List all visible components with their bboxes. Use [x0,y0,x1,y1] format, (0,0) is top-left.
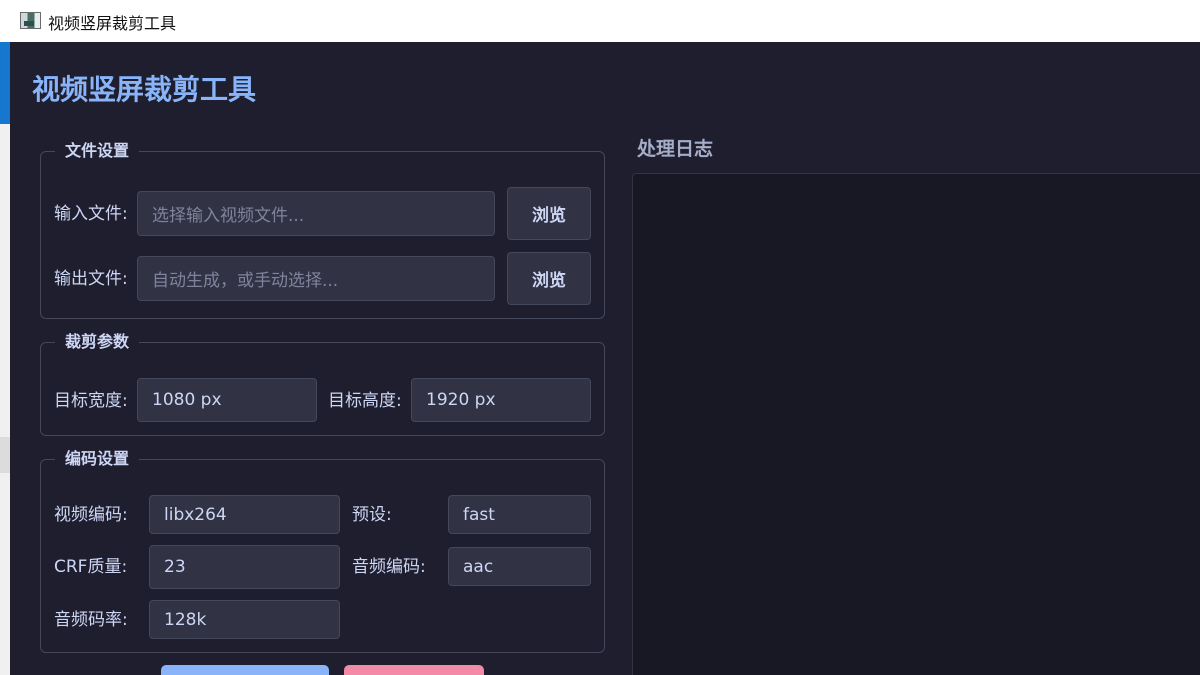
target-width-field[interactable]: 1080 px [137,378,317,422]
window-titlebar: 视频竖屏裁剪工具 [0,0,1200,42]
start-button[interactable] [161,665,329,675]
app-icon [20,12,41,29]
target-width-label: 目标宽度: [54,391,128,411]
crop-params-title: 裁剪参数 [55,332,140,352]
input-file-field[interactable]: 选择输入视频文件... [137,191,495,236]
audio-codec-field[interactable]: aac [448,547,591,586]
input-browse-button[interactable]: 浏览 [507,187,591,240]
video-codec-label: 视频编码: [54,505,128,525]
output-file-label: 输出文件: [54,269,128,289]
audio-bitrate-field[interactable]: 128k [149,600,340,639]
encode-settings-title: 编码设置 [55,449,140,469]
output-file-field[interactable]: 自动生成，或手动选择... [137,256,495,301]
preset-label: 预设: [352,505,392,525]
audio-bitrate-label: 音频码率: [54,610,128,630]
crf-label: CRF质量: [54,557,128,577]
video-codec-field[interactable]: libx264 [149,495,340,534]
window-title: 视频竖屏裁剪工具 [48,14,177,33]
stop-button[interactable] [344,665,484,675]
left-edge-marker [0,437,10,473]
log-title: 处理日志 [637,138,714,160]
page-title: 视频竖屏裁剪工具 [32,73,257,106]
left-edge-strip [0,42,10,675]
left-edge-accent [0,42,10,124]
preset-field[interactable]: fast [448,495,591,534]
target-height-label: 目标高度: [328,391,402,411]
app-client-area: 视频竖屏裁剪工具 文件设置 输入文件: 选择输入视频文件... 浏览 输出文件:… [10,42,1200,675]
file-settings-title: 文件设置 [55,141,140,161]
crf-field[interactable]: 23 [149,545,340,589]
log-output[interactable] [632,173,1200,675]
audio-codec-label: 音频编码: [352,557,426,577]
input-file-label: 输入文件: [54,204,128,224]
target-height-field[interactable]: 1920 px [411,378,591,422]
output-browse-button[interactable]: 浏览 [507,252,591,305]
